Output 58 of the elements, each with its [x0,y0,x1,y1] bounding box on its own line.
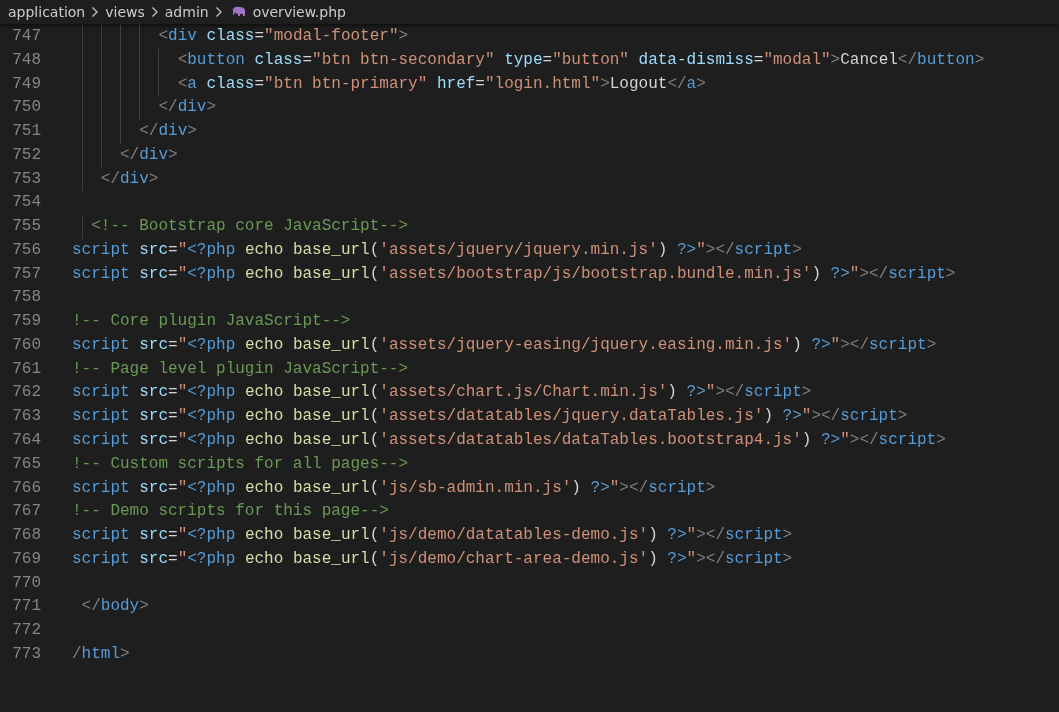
chevron-icon [150,6,159,18]
line-number: 759 [11,311,41,333]
code-line: script src="<?php echo base_url('js/demo/datatables-demo.js') ?>"></script> [72,526,793,545]
line-number: 764 [11,430,41,451]
line-number: 750 [11,97,41,119]
line-number: 765 [11,453,41,475]
line-number: 762 [11,382,41,404]
line-number: 756 [11,239,41,261]
line-number: 754 [11,192,41,214]
code-line: !-- Demo scripts for this page--> [72,502,389,521]
line-number: 770 [11,572,41,594]
line-number: 761 [11,358,41,380]
line-number: 751 [11,121,41,143]
code-line: <a class="btn btn-primary" href="login.html">Logout</a> [176,74,706,93]
elephant-icon [230,6,247,18]
line-number: 773 [11,643,41,665]
code-line: script src="<?php echo base_url('assets/jquery-easing/jquery.easing.min.js') ?>"></script> [72,335,937,354]
line-number: 772 [11,620,41,642]
line-number: 755 [11,216,41,238]
chevron-icon [91,6,100,18]
breadcrumb-item[interactable]: views [105,4,145,20]
code-line: script src="<?php echo base_url('assets/bootstrap/js/bootstrap.bundle.min.js') ?>"></script> [72,264,956,283]
breadcrumb-item[interactable]: application [8,4,86,20]
code-line: script src="<?php echo base_url('assets/datatables/jquery.dataTables.js') ?>"></script> [72,407,908,426]
line-number: 749 [11,73,41,95]
line-number: 766 [11,477,41,499]
code-line: <button class="btn btn-secondary" type="button" data-dismiss="modal">Cancel</button> [176,50,985,69]
line-number: 763 [11,406,41,428]
code-line: !-- Custom scripts for all pages--> [72,454,409,473]
code-line: </body> [80,597,149,616]
code-line: script src="<?php echo base_url('assets/datatables/dataTables.bootstrap4.js') ?>"></script> [72,431,946,449]
code-line: script src="<?php echo base_url('assets/chart.js/Chart.min.js') ?>"></script> [72,383,812,402]
line-number: 753 [11,168,41,190]
chevron-icon [214,6,223,18]
line-number: 758 [11,287,41,309]
line-number: 748 [11,49,41,71]
line-number: 757 [11,263,41,285]
code-line: <!-- Bootstrap core JavaScript--> [90,217,409,236]
code-line: !-- Core plugin JavaScript--> [72,312,351,331]
code-line: script src="<?php echo base_url('js/sb-admin.min.js') ?>"></script> [72,478,716,497]
code-line: </div> [99,169,159,188]
code-line: script src="<?php echo base_url('assets/jquery/jquery.min.js') ?>"></script> [72,240,802,259]
line-number: 769 [11,548,41,570]
line-number: 760 [11,334,41,356]
breadcrumb-item[interactable]: overview.php [252,4,346,20]
breadcrumb-item[interactable]: admin [164,4,209,20]
code-line: <div class="modal-footer"> [157,27,409,45]
line-number: 752 [11,144,41,166]
code-line: !-- Page level plugin JavaScript--> [72,359,409,378]
line-number: 768 [11,525,41,547]
code-line: /html> [72,644,130,663]
line-number: 747 [11,26,41,47]
line-number: 767 [11,501,41,523]
code-line: script src="<?php echo base_url('js/demo/chart-area-demo.js') ?>"></script> [72,549,793,568]
code-line: </div> [119,145,178,164]
line-number: 771 [11,596,41,618]
code-line: </div> [157,98,217,117]
code-line: </div> [138,122,197,141]
